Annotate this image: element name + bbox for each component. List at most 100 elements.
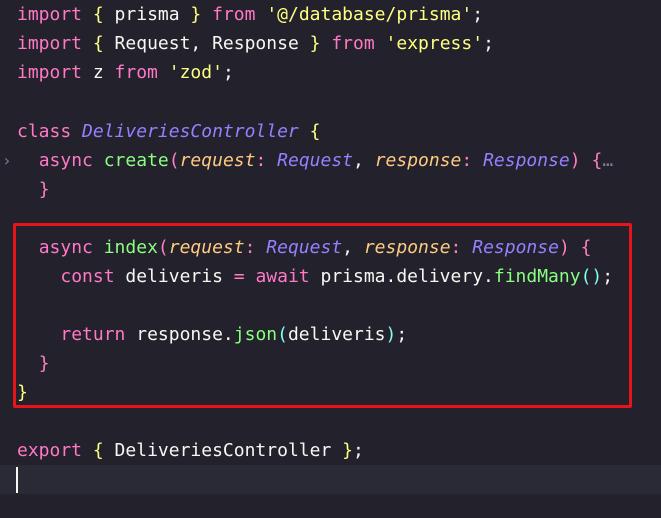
code-line[interactable]: } [0,175,661,204]
code-token: export [17,440,83,461]
code-token: 'zod' [168,62,223,83]
code-line[interactable]: import z from 'zod'; [0,58,661,87]
code-line-text: import { prisma } from '@/database/prism… [17,0,483,29]
code-token: ; [483,33,494,54]
code-token: Response [483,150,570,171]
code-line[interactable]: export { DeliveriesController }; [0,436,661,465]
code-token: } [309,33,321,54]
code-line-text: async create(request: Request, response:… [17,146,613,175]
code-token: … [602,150,614,171]
code-token: async [38,237,93,258]
code-token: import [17,62,83,83]
code-token: ; [472,4,484,25]
code-token: Request, Response [103,33,310,54]
code-token: ; [602,266,614,287]
code-token: response [374,150,462,171]
code-token: async [38,150,93,171]
code-token: class [17,121,72,142]
code-line[interactable]: } [0,378,661,407]
code-token: ) [385,324,397,345]
code-line[interactable]: class DeliveriesController { [0,117,661,146]
code-token: 'express' [385,33,484,54]
code-token: { [580,237,592,258]
code-token: } [38,353,50,374]
code-token: = [233,266,245,287]
code-token: request [179,150,256,171]
code-token: : [450,237,462,258]
code-token: Request [266,237,343,258]
code-line[interactable]: import { Request, Response } from 'expre… [0,29,661,58]
code-token: Response [472,237,559,258]
code-token: { [92,33,104,54]
code-line[interactable]: async index(request: Request, response: … [0,233,661,262]
code-line[interactable]: return response.json(deliveris); [0,320,661,349]
code-token: ( [168,150,180,171]
text-cursor [16,467,18,493]
code-token: prisma [103,4,191,25]
code-line-text: const deliveris = await prisma.delivery.… [17,262,613,291]
code-token: return [60,324,126,345]
code-token: , [342,237,364,258]
code-line[interactable] [0,87,661,116]
code-token: { [92,440,104,461]
code-token: deliveris [287,324,386,345]
code-token: from [212,4,256,25]
code-line[interactable]: const deliveris = await prisma.delivery.… [0,262,661,291]
code-token: ) [558,237,570,258]
code-token: { [591,150,603,171]
code-line-text: } [17,175,50,204]
code-line[interactable]: } [0,349,661,378]
code-token: ; [396,324,408,345]
code-token: import [17,4,83,25]
code-line[interactable] [0,204,661,233]
code-token: ( [277,324,288,345]
code-token: } [17,382,28,403]
code-token: ; [352,440,364,461]
chevron-right-icon[interactable]: › [2,146,12,175]
code-line-text: import { Request, Response } from 'expre… [17,29,494,58]
code-token: DeliveriesController [103,440,343,461]
code-token: import [17,33,83,54]
code-token: Request [277,150,353,171]
code-token: DeliveriesController [82,121,299,142]
code-line[interactable] [0,291,661,320]
code-token: request [168,237,245,258]
code-line[interactable] [0,465,661,494]
code-line[interactable] [0,407,661,436]
code-token: await [255,266,310,287]
code-line[interactable]: async create(request: Request, response:… [0,146,661,175]
code-token: findMany [493,266,581,287]
code-token: json [233,324,278,345]
code-line-text: import z from 'zod'; [17,58,234,87]
code-line[interactable]: import { prisma } from '@/database/prism… [0,0,661,29]
code-token: '@/database/prisma' [266,4,473,25]
code-token: const [60,266,115,287]
code-token: response. [125,324,234,345]
code-editor[interactable]: import { prisma } from '@/database/prism… [0,0,661,518]
code-token: } [190,4,202,25]
code-token: : [244,237,256,258]
code-token: from [114,62,158,83]
code-token: z [82,62,115,83]
